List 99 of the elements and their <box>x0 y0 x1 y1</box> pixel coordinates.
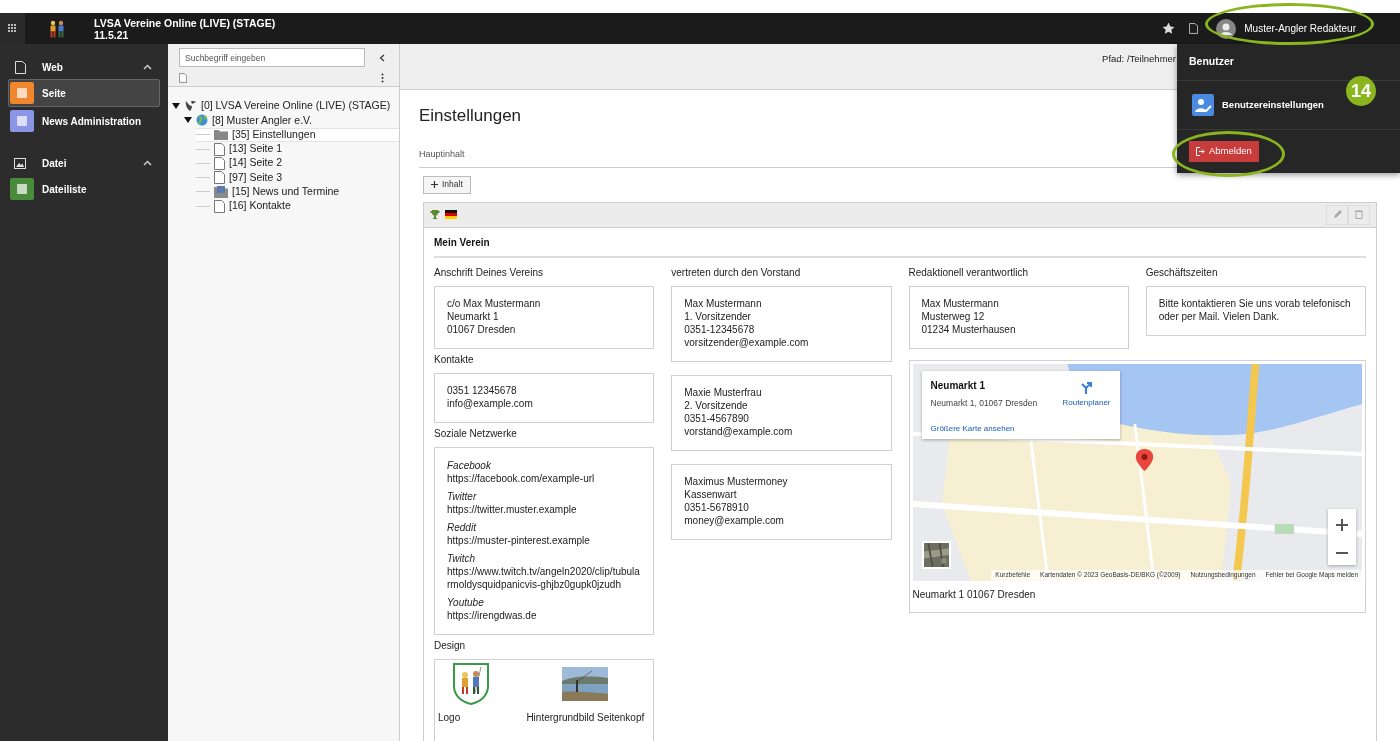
info-line: Maxie Musterfrau <box>684 385 763 399</box>
page-icon <box>14 60 26 74</box>
tree-item-label: [97] Seite 3 <box>229 169 283 185</box>
user-settings-icon <box>1192 93 1214 116</box>
info-line: money@example.com <box>684 513 785 527</box>
logo-icon <box>184 100 197 113</box>
module-item[interactable]: News Administration <box>8 107 160 135</box>
news-folder-icon <box>214 185 228 198</box>
network-url: https://irengdwas.de <box>447 608 538 622</box>
page-icon <box>214 142 225 156</box>
trophy-icon <box>430 210 440 219</box>
network-label: Twitch <box>447 551 477 565</box>
section-heading: Soziale Netzwerke <box>434 426 518 440</box>
version-label: 11.5.21 <box>94 28 130 41</box>
globe-icon <box>196 114 208 127</box>
star-icon[interactable] <box>1162 22 1176 35</box>
info-line: Max Mustermann <box>684 296 763 310</box>
info-line: 0351-12345678 <box>684 322 756 336</box>
network-url: https://www.twitch.tv/angeln2020/clip/tubularmoldysquidpanicvis-ghjbz0gupk0jzudh <box>447 564 641 591</box>
info-line: 01234 Musterhausen <box>921 322 1017 336</box>
club-logo-drawing <box>453 663 489 705</box>
tree-item-label: [15] News und Termine <box>232 184 340 200</box>
info-line: Bitte kontaktieren Sie uns vorab telefonisch oder per Mail. Vielen Dank. <box>1158 296 1352 323</box>
network-url: https://muster-pinterest.example <box>447 533 591 547</box>
info-line: info@example.com <box>447 396 534 410</box>
chevron-icon[interactable] <box>143 160 152 166</box>
more-icon[interactable] <box>381 73 384 83</box>
search-field[interactable]: Suchbegriff eingeben <box>179 48 365 67</box>
expand-toggle-icon[interactable] <box>172 102 180 111</box>
section-heading: Kontakte <box>434 352 475 366</box>
info-line: 0351-4567890 <box>684 411 750 425</box>
pencil-icon <box>1332 210 1342 219</box>
network-url: https://facebook.com/example-url <box>447 471 596 485</box>
logout-button[interactable]: Abmelden <box>1189 140 1259 162</box>
trash-icon <box>1355 210 1363 219</box>
page-icon <box>214 199 225 213</box>
tree-item-label: [14] Seite 2 <box>229 155 283 171</box>
plus-icon <box>431 181 438 188</box>
section-heading: vertreten durch den Vorstand <box>671 265 802 279</box>
tree-item-label: [0] LVSA Vereine Online (LIVE) (STAGE) <box>201 98 391 114</box>
module-item[interactable]: Dateiliste <box>8 175 160 203</box>
tree-item-label: [8] Muster Angler e.V. <box>212 112 312 128</box>
german-flag-icon <box>445 210 457 219</box>
info-line: Musterweg 12 <box>921 309 986 323</box>
page-icon <box>1189 23 1199 34</box>
module-group-header[interactable]: Web <box>0 55 168 79</box>
image-icon <box>14 157 26 169</box>
info-line: Neumarkt 1 <box>447 309 500 323</box>
info-line: 01067 Dresden <box>447 322 517 336</box>
section-heading: Design <box>434 638 467 652</box>
element-title: Mein Verein <box>434 234 1366 258</box>
tree-item[interactable]: [16] Kontakte <box>196 199 399 214</box>
info-line: vorstand@example.com <box>684 424 794 438</box>
tree-item-label: [13] Seite 1 <box>229 141 283 157</box>
user-menu-button[interactable]: Muster-Angler Redakteur <box>1210 13 1362 44</box>
page-icon <box>214 171 225 185</box>
tree-item[interactable]: [0] LVSA Vereine Online (LIVE) (STAGE) <box>172 99 399 114</box>
folder-icon <box>214 129 228 140</box>
chevron-icon[interactable] <box>143 64 152 70</box>
add-content-button[interactable]: Inhalt <box>423 175 471 194</box>
info-line: c/o Max Mustermann <box>447 296 542 310</box>
logout-icon <box>1196 146 1205 156</box>
network-url: https://twitter.muster.example <box>447 502 578 516</box>
network-label: Twitter <box>447 489 478 503</box>
avatar-icon <box>1216 18 1237 39</box>
section-heading: Redaktionell verantwortlich <box>908 265 1029 279</box>
info-line: 1. Vorsitzender <box>684 309 752 323</box>
info-line: 0351-5678910 <box>684 500 750 514</box>
tree-item[interactable]: [14] Seite 2 <box>196 156 399 171</box>
tree-item-label: [35] Einstellungen <box>232 126 316 142</box>
info-line: Kassenwart <box>684 487 738 501</box>
tree-item[interactable]: [13] Seite 1 <box>196 141 399 157</box>
collapse-icon[interactable] <box>379 53 385 62</box>
image-caption: Hintergrundbild Seitenkopf <box>526 710 645 725</box>
info-line: vorsitzender@example.com <box>684 335 810 349</box>
module-group-header[interactable]: Datei <box>0 151 168 175</box>
image-caption: Logo <box>438 710 461 725</box>
section-heading: Anschrift Deines Vereins <box>434 265 544 279</box>
expand-toggle-icon[interactable] <box>184 116 192 125</box>
tree-item[interactable]: [8] Muster Angler e.V. <box>184 113 399 128</box>
info-line: 0351 12345678 <box>447 383 518 397</box>
info-line: Max Mustermann <box>921 296 1000 310</box>
network-label: Youtube <box>447 595 485 609</box>
info-line: 2. Vorsitzende <box>684 398 749 412</box>
network-label: Reddit <box>447 520 478 534</box>
section-heading: Geschäftszeiten <box>1145 265 1219 279</box>
page-icon <box>214 156 225 170</box>
network-label: Facebook <box>447 458 492 472</box>
info-line: Maximus Mustermoney <box>684 474 789 488</box>
breadcrumb-path: Pfad: /Teilnehmer <box>1102 52 1176 66</box>
tree-item[interactable]: [15] News und Termine <box>196 184 399 200</box>
apps-grid-icon[interactable] <box>8 24 17 33</box>
module-item[interactable]: Seite <box>8 79 160 107</box>
tree-item-label: [16] Kontakte <box>229 198 291 214</box>
new-page-icon <box>179 73 187 83</box>
map-caption: Neumarkt 1 01067 Dresden <box>912 587 1037 602</box>
page-title: Einstellungen <box>419 105 522 127</box>
site-title: LVSA Vereine Online (LIVE) (STAGE) <box>94 16 276 29</box>
tree-item[interactable]: [97] Seite 3 <box>196 170 399 185</box>
